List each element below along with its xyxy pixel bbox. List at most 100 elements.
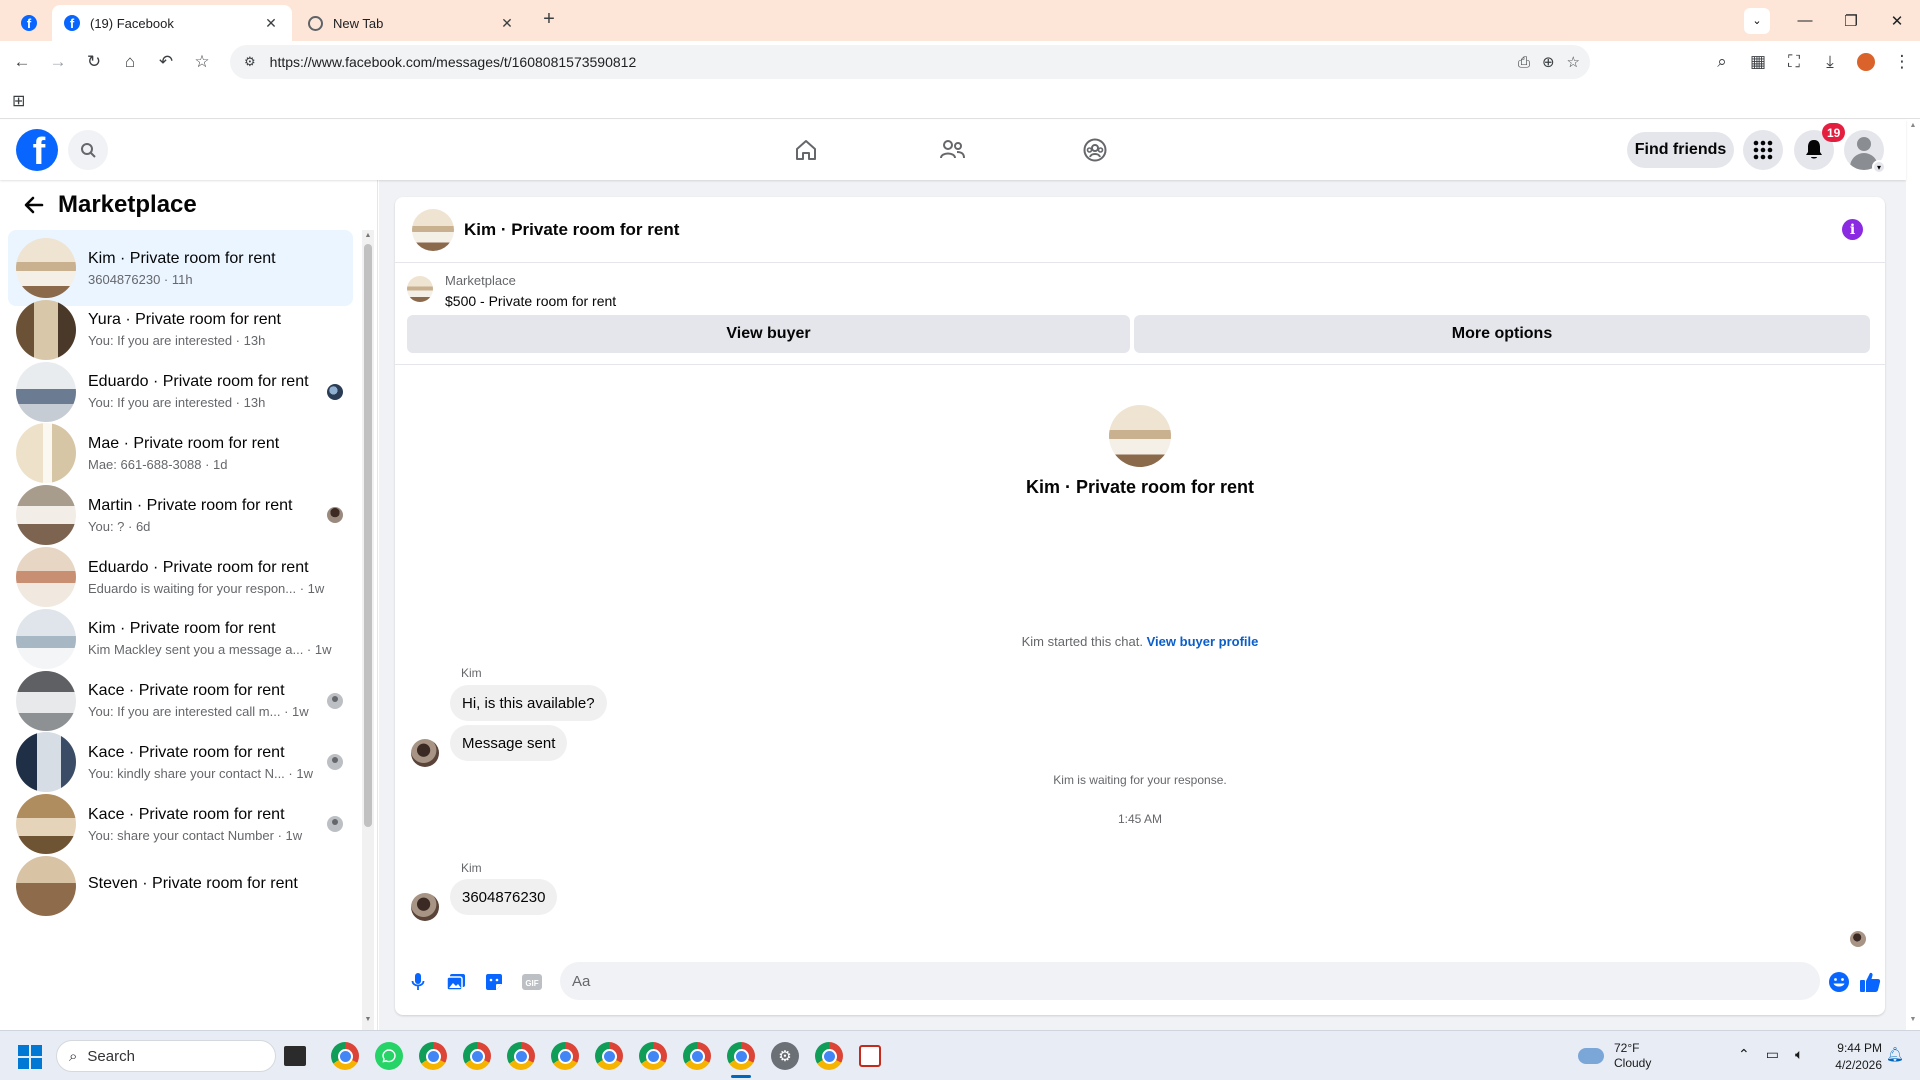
conversation-preview: Kim Mackley sent you a message a... · 1w	[88, 642, 332, 658]
tab-facebook[interactable]: f (19) Facebook ✕	[52, 5, 292, 41]
find-friends-button[interactable]: Find friends	[1627, 132, 1734, 168]
windows-start-icon[interactable]	[18, 1045, 42, 1069]
snipping-tool-icon[interactable]	[859, 1045, 881, 1067]
system-clock[interactable]: 9:44 PM 4/2/2026	[1828, 1040, 1882, 1074]
message-input[interactable]	[560, 962, 1820, 1000]
weather-widget[interactable]: 72°F Cloudy	[1578, 1041, 1651, 1071]
sender-avatar[interactable]	[411, 739, 439, 767]
site-settings-icon[interactable]: ⚙	[244, 54, 256, 70]
message-bubble[interactable]: Message sent	[450, 725, 568, 761]
listing-thumbnail[interactable]	[407, 276, 433, 302]
listing-price-title[interactable]: $500 - Private room for rent	[445, 293, 616, 309]
conversation-list: Kim · Private room for rent 3604876230 · …	[8, 230, 353, 1030]
chrome-profile-icon[interactable]	[507, 1042, 535, 1070]
taskbar-search-box[interactable]: ⌕ Search	[56, 1040, 276, 1072]
undo-icon[interactable]: ↶	[148, 46, 184, 78]
file-explorer-icon[interactable]	[284, 1046, 306, 1066]
minimize-icon[interactable]: —	[1782, 12, 1828, 29]
conversation-info-icon[interactable]: i	[1842, 219, 1863, 240]
facebook-logo-icon[interactable]: f	[16, 129, 58, 171]
friends-nav-icon[interactable]	[934, 132, 970, 168]
weather-temperature: 72°F	[1614, 1041, 1640, 1055]
whatsapp-icon[interactable]	[375, 1042, 403, 1070]
scroll-up-icon[interactable]: ▲	[362, 232, 374, 239]
zoom-icon[interactable]: ⊕	[1542, 53, 1555, 71]
browser-menu-icon[interactable]: ⋮	[1884, 46, 1920, 78]
back-icon[interactable]: ←	[4, 46, 40, 78]
address-bar[interactable]: ⚙ https://www.facebook.com/messages/t/16…	[230, 45, 1590, 79]
tab-search-chevron-icon[interactable]: ⌄	[1744, 7, 1770, 34]
conversation-thumbnail	[16, 361, 76, 422]
emoji-icon[interactable]	[1826, 969, 1852, 995]
network-icon[interactable]: ▭	[1766, 1046, 1779, 1063]
forward-icon[interactable]: →	[40, 46, 76, 78]
chrome-profile-icon[interactable]	[595, 1042, 623, 1070]
groups-nav-icon[interactable]	[1077, 132, 1113, 168]
chrome-profile-icon[interactable]	[683, 1042, 711, 1070]
close-tab-icon[interactable]: ✕	[262, 15, 280, 32]
listing-summary: Marketplace $500 - Private room for rent…	[395, 263, 1885, 365]
like-thumbs-up-icon[interactable]	[1857, 969, 1883, 995]
qr-code-icon[interactable]: ▦	[1740, 46, 1776, 78]
search-icon[interactable]	[68, 130, 108, 170]
view-buyer-button[interactable]: View buyer	[407, 315, 1130, 353]
tab-new-tab[interactable]: New Tab ✕	[296, 5, 528, 41]
message-bubble[interactable]: 3604876230	[450, 879, 558, 915]
chat-title[interactable]: Kim · Private room for rent	[464, 220, 679, 240]
conversation-scrollbar[interactable]: ▲ ▼	[362, 230, 374, 1030]
volume-icon[interactable]: 🔈︎	[1795, 1046, 1803, 1063]
chrome-profile-icon[interactable]	[551, 1042, 579, 1070]
conversation-item[interactable]: Steven · Private room for rent	[8, 848, 353, 924]
notification-center-bell-icon[interactable]: 🔔︎	[1886, 1046, 1904, 1063]
settings-gear-icon[interactable]: ⚙	[771, 1042, 799, 1070]
reload-icon[interactable]: ↻	[76, 46, 112, 78]
pinned-tab-facebook[interactable]: f	[12, 5, 52, 41]
close-window-icon[interactable]: ✕	[1874, 12, 1920, 30]
install-app-icon[interactable]: ⎙	[1518, 54, 1530, 71]
page-scroll-down-icon[interactable]: ▼	[1906, 1016, 1920, 1023]
bookmark-page-star-icon[interactable]: ☆	[1567, 53, 1580, 71]
restore-icon[interactable]: ❐	[1828, 12, 1874, 30]
bookmark-star-icon[interactable]: ☆	[184, 46, 220, 78]
chrome-icon[interactable]	[331, 1042, 359, 1070]
new-tab-plus-icon[interactable]: +	[538, 8, 560, 31]
active-app-indicator	[731, 1075, 751, 1078]
menu-grid-icon[interactable]	[1743, 130, 1783, 170]
downloads-icon[interactable]: ⤓	[1812, 46, 1848, 78]
chrome-profile-icon[interactable]	[419, 1042, 447, 1070]
window-controls: ⌄ — ❐ ✕	[1744, 0, 1920, 41]
chrome-profile-icon[interactable]	[463, 1042, 491, 1070]
chrome-profile-icon[interactable]	[815, 1042, 843, 1070]
toolbar-extensions: ⌕ ▦ ⛶ ⤓ ⋮	[1704, 41, 1920, 83]
account-chevron-down-icon[interactable]: ▾	[1872, 160, 1886, 174]
photo-attach-icon[interactable]	[443, 969, 469, 995]
browser-toolbar: ← → ↻ ⌂ ↶ ☆ ⚙ https://www.facebook.com/m…	[0, 41, 1920, 83]
back-arrow-icon[interactable]	[12, 185, 56, 225]
home-icon[interactable]: ⌂	[112, 46, 148, 78]
profile-icon[interactable]	[1848, 46, 1884, 78]
page-scroll-up-icon[interactable]: ▲	[1906, 122, 1920, 129]
crop-screenshot-icon[interactable]: ⛶	[1776, 46, 1812, 78]
microphone-icon[interactable]	[405, 969, 431, 995]
page-scrollbar[interactable]: ▲ ▼	[1906, 120, 1920, 1030]
message-bubble[interactable]: Hi, is this available?	[450, 685, 607, 721]
conversation-preview: Mae: 661-688-3088 · 1d	[88, 456, 228, 472]
gif-icon[interactable]: GIF	[519, 969, 545, 995]
scroll-down-icon[interactable]: ▼	[362, 1016, 374, 1023]
more-options-button[interactable]: More options	[1134, 315, 1870, 353]
facebook-favicon-icon: f	[21, 15, 37, 31]
close-tab-icon[interactable]: ✕	[498, 15, 516, 32]
scrollbar-thumb[interactable]	[364, 244, 372, 827]
chat-started-text: Kim started this chat.	[1021, 634, 1143, 649]
home-nav-icon[interactable]	[788, 132, 824, 168]
chat-listing-avatar[interactable]	[412, 208, 454, 251]
sender-avatar[interactable]	[411, 893, 439, 921]
chrome-profile-icon-active[interactable]	[727, 1042, 755, 1070]
chrome-profile-icon[interactable]	[639, 1042, 667, 1070]
sticker-icon[interactable]	[481, 969, 507, 995]
search-tabs-icon[interactable]: ⌕	[1704, 46, 1740, 78]
view-buyer-profile-link[interactable]: View buyer profile	[1147, 634, 1259, 649]
message-thread: Kim · Private room for rent Kim started …	[395, 365, 1885, 947]
apps-grid-icon[interactable]: ⊞	[12, 91, 25, 111]
tray-chevron-up-icon[interactable]: ⌃	[1738, 1046, 1750, 1063]
